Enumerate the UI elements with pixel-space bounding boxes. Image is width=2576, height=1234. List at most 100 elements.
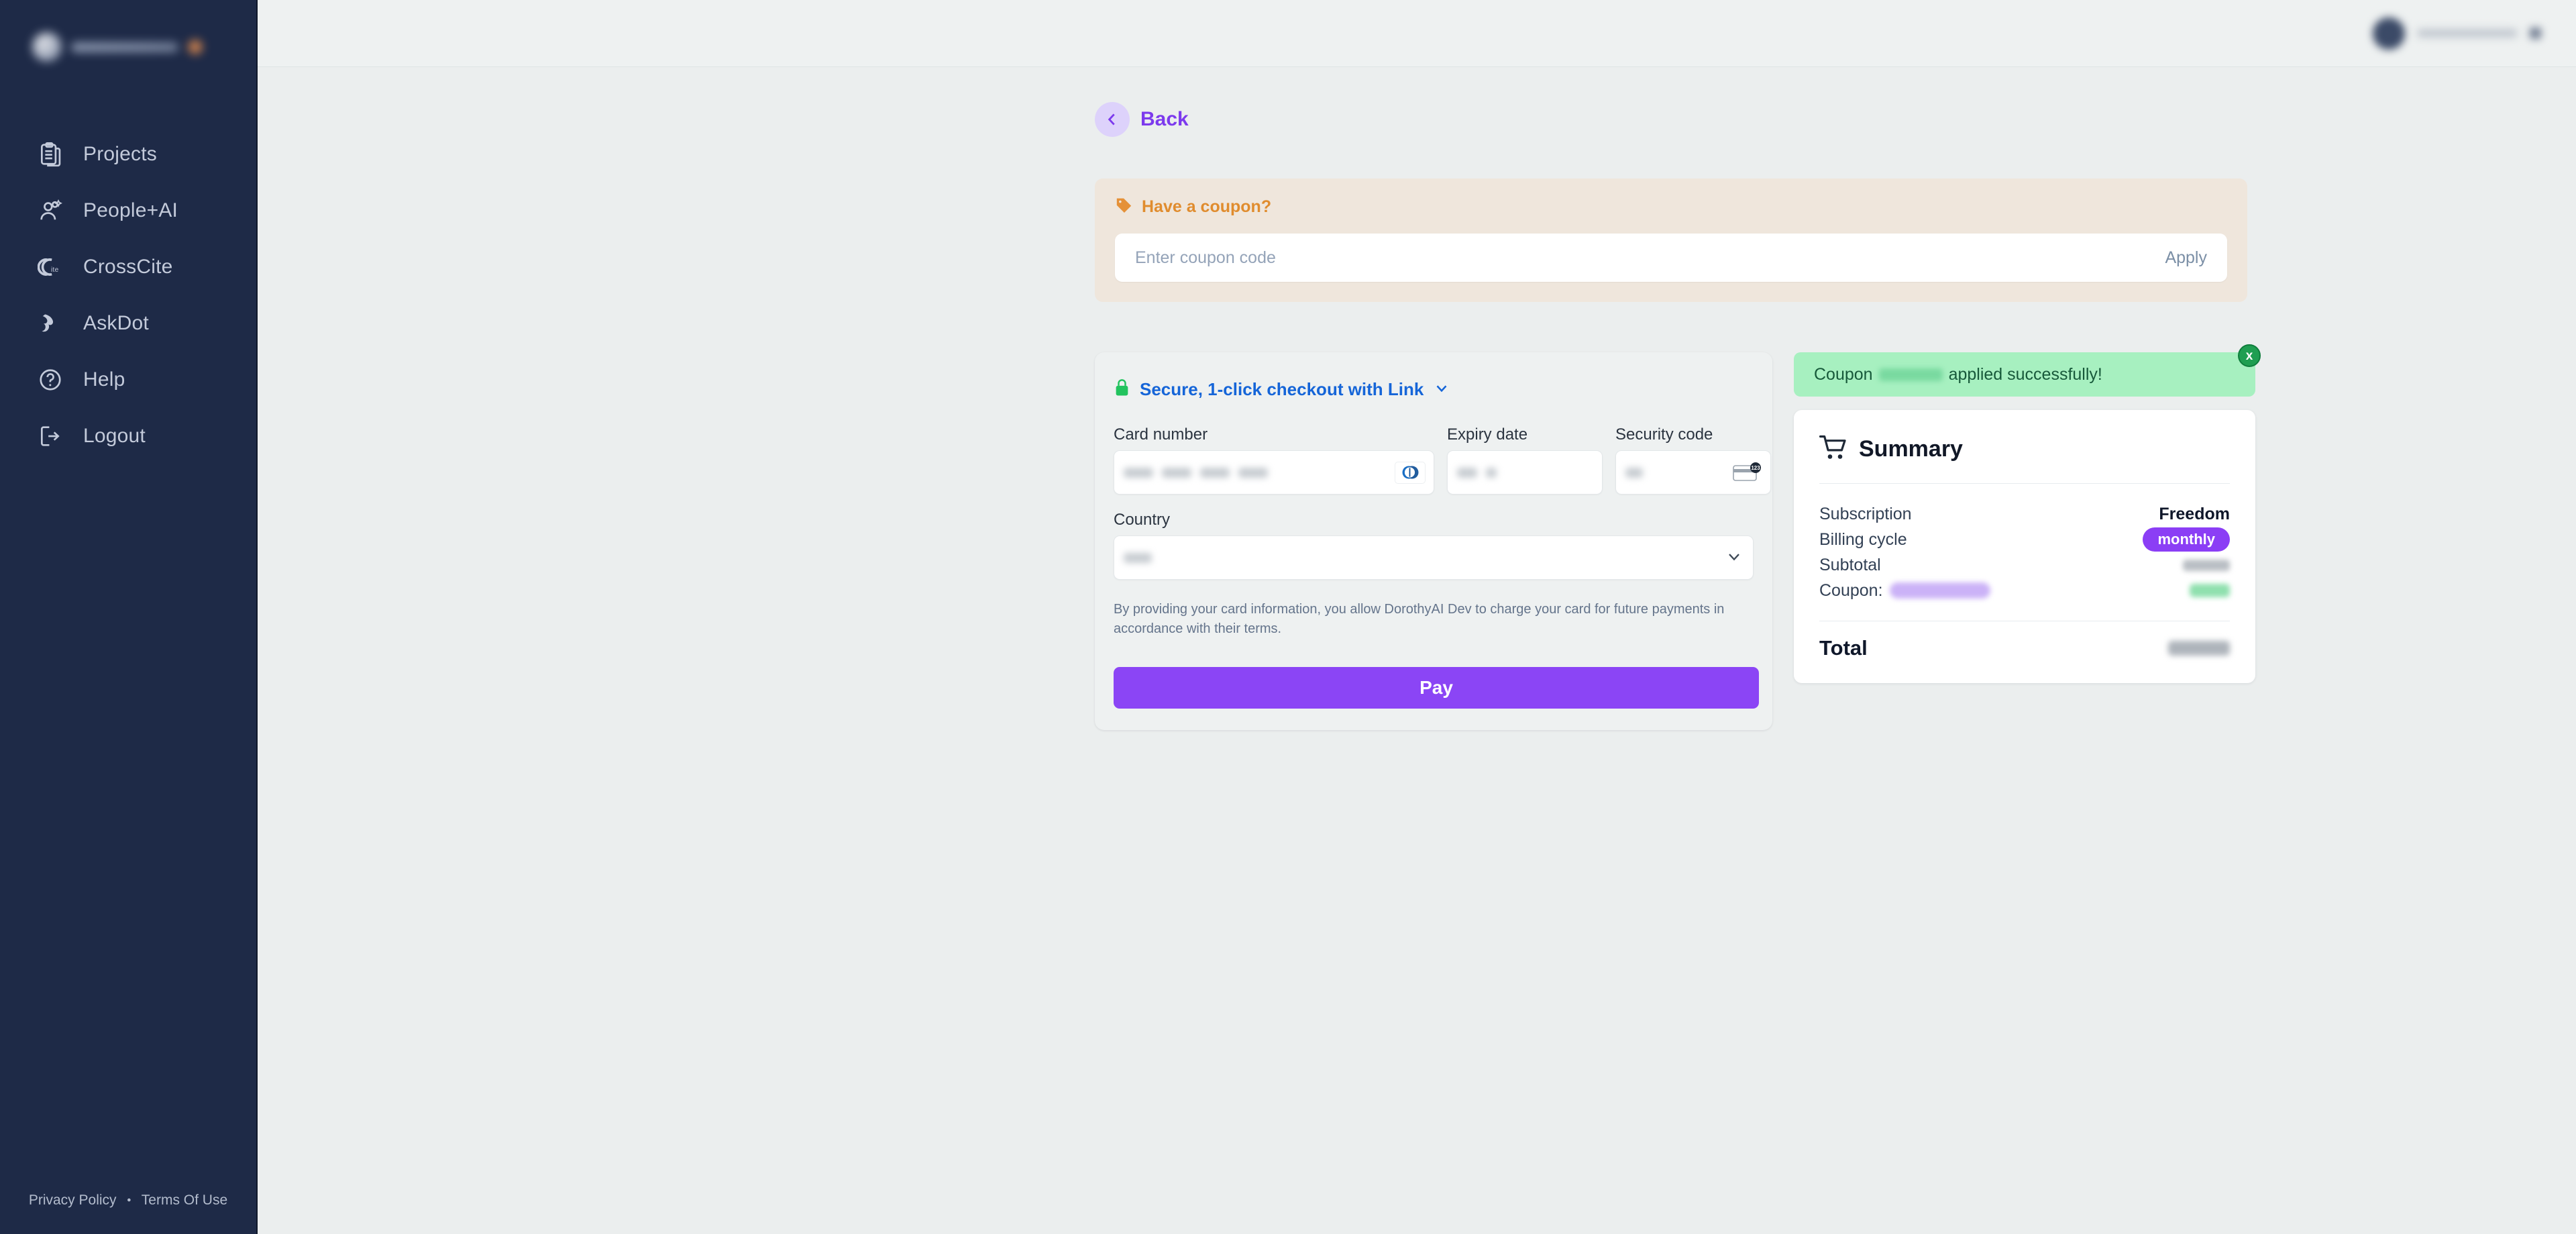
security-code-label: Security code [1615,425,1713,444]
sidebar-item-label: CrossCite [83,256,173,278]
svg-text:123: 123 [1751,465,1760,471]
coupon-success-banner: Coupon applied successfully! x [1794,344,2261,397]
card-cvc-icon: 123 [1733,462,1762,483]
coupon-title: Have a coupon? [1142,197,1272,216]
subtotal-value-redacted [2183,559,2230,571]
footer-separator: • [127,1194,131,1207]
close-icon[interactable]: x [2238,344,2261,367]
sidebar-item-logout[interactable]: Logout [0,408,256,464]
total-value-redacted [2168,641,2230,656]
sidebar-item-crosscite[interactable]: ite CrossCite [0,239,256,295]
country-select[interactable] [1114,535,1754,580]
summary-row-subtotal: Subtotal [1819,552,2230,578]
summary-row-subscription: Subscription Freedom [1819,501,2230,527]
sidebar-item-label: AskDot [83,312,149,334]
privacy-policy-link[interactable]: Privacy Policy [29,1192,117,1208]
card-number-field: Card number [1114,425,1434,495]
people-ai-icon [36,197,64,225]
expiry-value-redacted [1457,467,1497,478]
lock-icon [1114,378,1130,401]
success-prefix: Coupon [1814,364,1873,384]
success-suffix: applied successfully! [1948,364,2102,384]
chevron-down-icon [1725,547,1743,569]
billing-cycle-badge: monthly [2143,527,2230,552]
checkout-columns: Secure, 1-click checkout with Link Card … [1095,344,2261,730]
terms-of-use-link[interactable]: Terms Of Use [142,1192,227,1208]
svg-text:ite: ite [51,266,59,274]
country-value-redacted [1124,552,1152,563]
clipboard-icon [36,140,64,168]
app-root: Projects People+AI ite CrossCite AskDot [0,0,2576,1234]
summary-value: Freedom [2159,504,2230,523]
coupon-label-wrap: Coupon: [1819,581,1990,601]
country-label: Country [1114,511,1171,529]
payment-disclaimer: By providing your card information, you … [1114,602,1725,636]
top-bar [258,0,2576,67]
logout-icon [36,422,64,450]
summary-row-billing-cycle: Billing cycle monthly [1819,527,2230,552]
avatar [2373,17,2405,50]
link-checkout-header[interactable]: Secure, 1-click checkout with Link [1114,378,1754,401]
card-fields-row: Card number Expiry date Security code 12… [1114,425,1771,495]
logo-container[interactable] [0,0,256,94]
diners-club-card-icon [1395,461,1426,484]
app-logo [32,32,203,62]
sidebar-item-askdot[interactable]: AskDot [0,295,256,352]
link-checkout-label: Secure, 1-click checkout with Link [1140,379,1424,399]
main-content: Back Have a coupon? Apply [258,0,2576,1234]
back-button[interactable]: Back [1095,102,1189,137]
apply-coupon-button[interactable]: Apply [2165,248,2207,268]
sidebar-item-label: People+AI [83,199,178,221]
sidebar-item-label: Projects [83,143,157,165]
summary-row-total: Total [1819,636,2230,660]
security-value-redacted [1625,467,1643,478]
sidebar-item-people-ai[interactable]: People+AI [0,183,256,239]
total-label: Total [1819,636,1868,660]
chevron-left-icon [1095,102,1130,137]
summary-header: Summary [1819,434,2230,464]
summary-card: Summary Subscription Freedom Billing cyc… [1794,410,2255,683]
shopping-cart-icon [1819,434,1847,464]
summary-label: Billing cycle [1819,529,1907,549]
coupon-header: Have a coupon? [1115,196,2227,217]
summary-divider [1819,483,2230,484]
question-circle-icon [36,366,64,394]
logo-accent-dot-icon [188,40,203,54]
user-name-redacted [2417,29,2518,38]
coupon-discount-value-redacted [2190,584,2230,597]
summary-label: Coupon: [1819,580,1883,600]
security-code-field: Security code 123 [1615,425,1771,495]
security-code-input[interactable]: 123 [1615,450,1771,495]
pay-button[interactable]: Pay [1114,667,1759,709]
summary-title: Summary [1859,436,1963,462]
summary-label: Subtotal [1819,555,1881,574]
coupon-code-badge-redacted [1889,582,1990,599]
coupon-code-input[interactable] [1135,248,2165,268]
expiry-date-field: Expiry date [1447,425,1603,495]
user-menu[interactable] [2373,17,2541,50]
logo-wordmark-redacted [71,42,178,52]
chevron-down-icon [2530,28,2541,39]
summary-column: Coupon applied successfully! x Summary S… [1794,344,2261,683]
expiry-date-label: Expiry date [1447,425,1528,444]
sidebar-item-help[interactable]: Help [0,352,256,408]
sidebar-item-projects[interactable]: Projects [0,126,256,183]
back-label: Back [1140,108,1189,130]
summary-label: Subscription [1819,504,1912,523]
summary-row-coupon: Coupon: [1819,578,2230,603]
logo-mark-icon [32,32,62,62]
crosscite-icon: ite [36,253,64,281]
coupon-banner: Have a coupon? Apply [1095,178,2247,302]
coupon-input-row: Apply [1115,234,2227,282]
card-number-input[interactable] [1114,450,1434,495]
chevron-down-icon [1433,379,1450,400]
sidebar: Projects People+AI ite CrossCite AskDot [0,0,258,1234]
sidebar-footer: Privacy Policy • Terms Of Use [0,1192,256,1209]
sidebar-item-label: Help [83,368,125,391]
expiry-date-input[interactable] [1447,450,1603,495]
checkout-page: Back Have a coupon? Apply [258,67,2576,730]
sidebar-item-label: Logout [83,425,146,447]
tag-icon [1115,196,1133,217]
sidebar-nav: Projects People+AI ite CrossCite AskDot [0,126,256,464]
card-number-label: Card number [1114,425,1208,444]
